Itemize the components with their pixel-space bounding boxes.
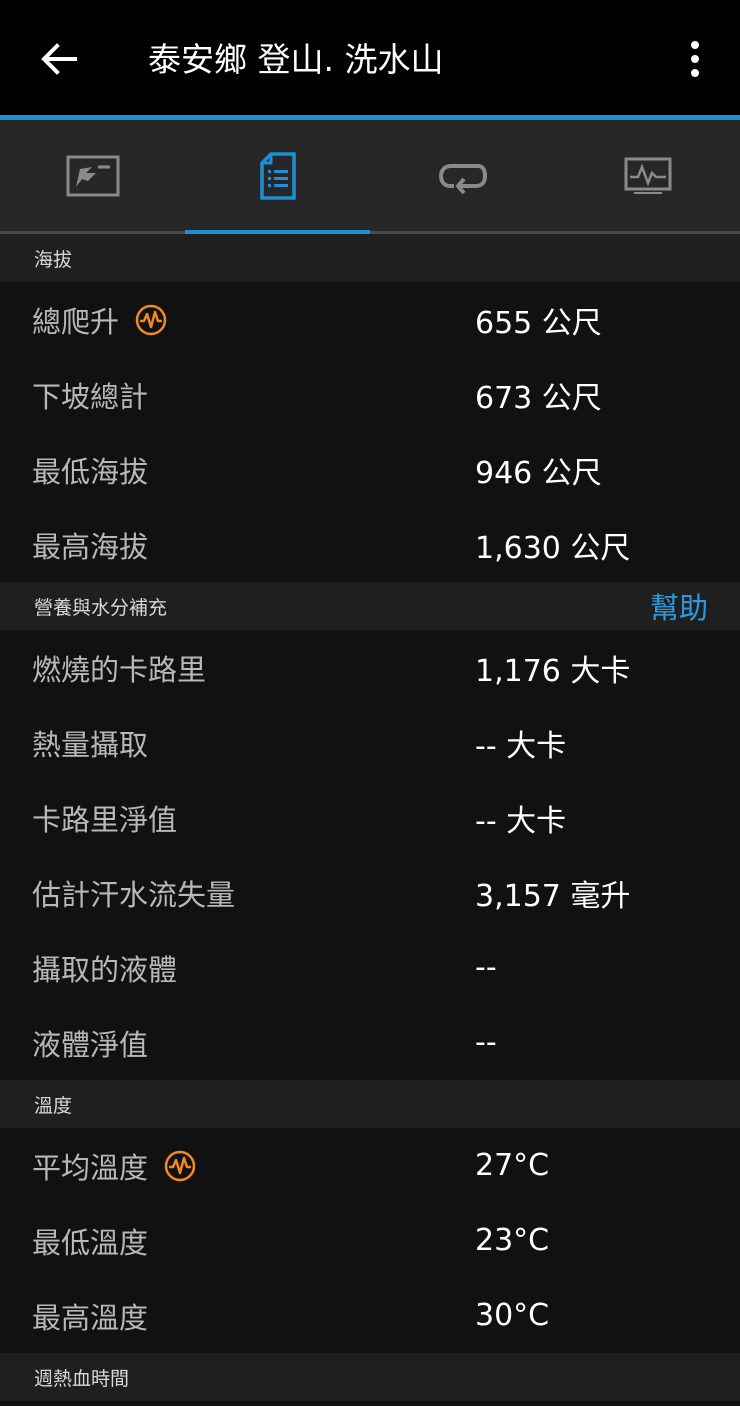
stat-label: 燃燒的卡路里 (32, 652, 207, 687)
stat-value: 655 公尺 (475, 305, 602, 341)
tab-bar (0, 120, 740, 234)
stat-label: 熱量攝取 (32, 727, 149, 762)
stat-label: 最低海拔 (32, 454, 149, 489)
stat-row: 液體淨值 -- (0, 1005, 740, 1080)
stat-row: 估計汗水流失量 3,157 毫升 (0, 855, 740, 930)
section-header-temperature: 溫度 (0, 1080, 740, 1128)
section-header-elevation: 海拔 (0, 234, 740, 282)
stat-value: -- 大卡 (475, 728, 567, 764)
stat-row: 熱量攝取 -- 大卡 (0, 705, 740, 780)
section-title: 營養與水分補充 (34, 596, 168, 619)
stat-row: 攝取的液體 -- (0, 930, 740, 1005)
stat-label: 最高溫度 (32, 1300, 149, 1335)
section-title: 海拔 (34, 248, 73, 271)
stat-label: 最高海拔 (32, 529, 149, 564)
section-title: 溫度 (34, 1094, 73, 1117)
activity-icon[interactable] (135, 304, 167, 336)
section-header-nutrition: 營養與水分補充 幫助 (0, 582, 740, 630)
stat-row: 最高溫度 30°C (0, 1278, 740, 1353)
stat-value: 1,176 大卡 (475, 653, 631, 689)
stat-value: 3,157 毫升 (475, 878, 631, 914)
stat-label: 總爬升 (32, 304, 120, 339)
stat-value: 673 公尺 (475, 380, 602, 416)
chart-icon (624, 157, 671, 194)
stat-row: 最低海拔 946 公尺 (0, 432, 740, 507)
help-link[interactable]: 幫助 (650, 585, 708, 627)
stat-row: 最高海拔 1,630 公尺 (0, 507, 740, 582)
app-bar: 泰安鄉 登山. 洗水山 (0, 0, 740, 115)
stat-label: 最低溫度 (32, 1225, 149, 1260)
stat-value: 27°C (475, 1148, 550, 1183)
more-vertical-icon[interactable] (674, 34, 716, 84)
stat-label: 下坡總計 (32, 379, 149, 414)
map-icon (66, 155, 119, 196)
tab-map[interactable] (0, 120, 185, 231)
stat-row: 總爬升 655 公尺 (0, 282, 740, 357)
tab-charts[interactable] (555, 120, 740, 231)
stat-row: 最低溫度 23°C (0, 1203, 740, 1278)
stats-list-icon (259, 151, 296, 200)
stat-value: 1,630 公尺 (475, 530, 631, 566)
page-title: 泰安鄉 登山. 洗水山 (148, 40, 444, 79)
tab-stats[interactable] (185, 120, 370, 234)
stat-value: 946 公尺 (475, 455, 602, 491)
stat-row: 卡路里淨值 -- 大卡 (0, 780, 740, 855)
stat-label: 液體淨值 (32, 1027, 149, 1062)
stat-value: 23°C (475, 1223, 550, 1258)
activity-icon[interactable] (164, 1150, 196, 1182)
tab-laps[interactable] (370, 120, 555, 231)
stat-value: -- (475, 950, 497, 985)
stat-value: -- (475, 1025, 497, 1060)
section-header-heat: 週熱血時間 (0, 1353, 740, 1401)
stat-row: 下坡總計 673 公尺 (0, 357, 740, 432)
stat-label: 平均溫度 (32, 1150, 149, 1185)
stat-label: 估計汗水流失量 (32, 877, 236, 912)
stat-label: 攝取的液體 (32, 952, 178, 987)
stat-label: 卡路里淨值 (32, 802, 178, 837)
stat-value: -- 大卡 (475, 803, 567, 839)
back-arrow-icon[interactable] (34, 34, 84, 84)
stat-row: 平均溫度 27°C (0, 1128, 740, 1203)
stat-row: 燃燒的卡路里 1,176 大卡 (0, 630, 740, 705)
stat-value: 30°C (475, 1298, 550, 1333)
section-title: 週熱血時間 (34, 1367, 130, 1390)
laps-loop-icon (438, 163, 487, 194)
